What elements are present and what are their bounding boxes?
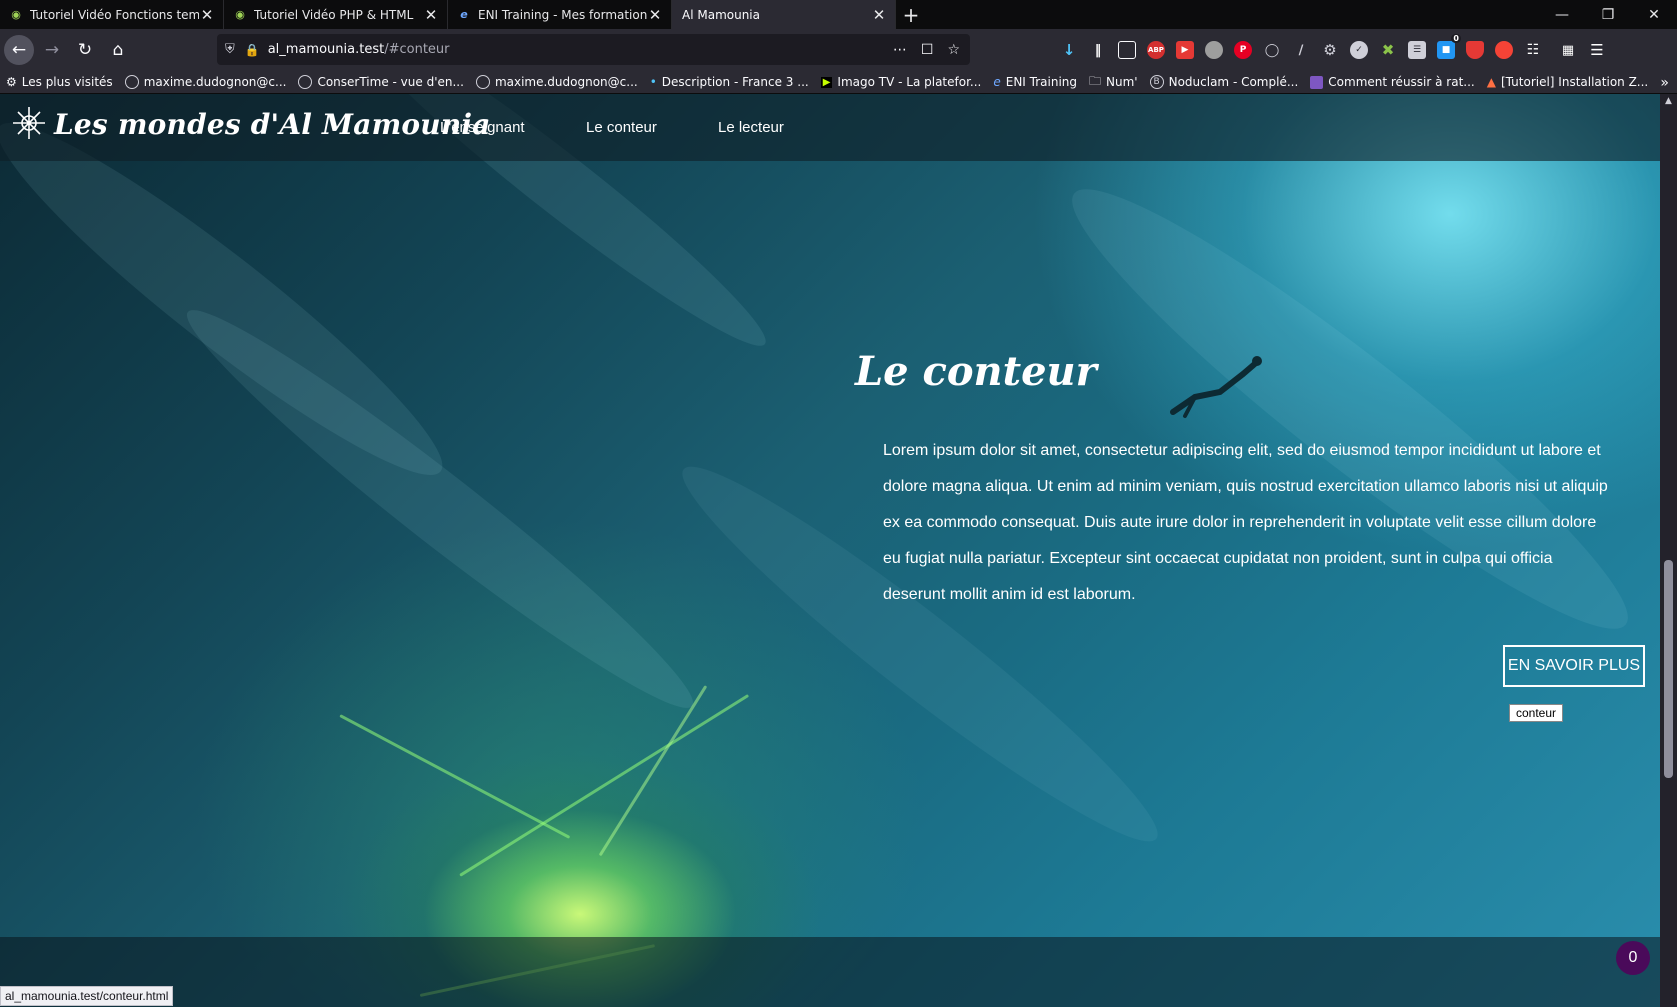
globe-icon: [475, 75, 490, 89]
pocket-icon[interactable]: ☐: [921, 42, 934, 58]
tab-tutoriel-php[interactable]: ◉ Tutoriel Vidéo PHP & HTML ✕: [224, 0, 448, 29]
counter-badge[interactable]: 0: [1616, 941, 1650, 975]
tracking-shield-icon[interactable]: ⛨: [225, 42, 235, 57]
page-scrollbar[interactable]: ▲: [1660, 94, 1677, 1007]
red-drop-icon[interactable]: [1495, 41, 1513, 59]
flame-icon: ▲: [1486, 75, 1496, 89]
eyedropper-icon[interactable]: ∕: [1292, 41, 1310, 59]
tab-title: Al Mamounia: [682, 7, 760, 22]
notification-icon[interactable]: ■ 0: [1437, 34, 1461, 59]
bookmark-item[interactable]: ConserTime - vue d'en...: [292, 71, 469, 93]
tab-al-mamounia[interactable]: Al Mamounia ✕: [672, 0, 896, 29]
notification-count: 0: [1451, 34, 1461, 43]
library-icon[interactable]: ‖: [1089, 41, 1107, 59]
bookmark-item[interactable]: Comment réussir à rat...: [1304, 71, 1480, 93]
downloads-icon[interactable]: ↓: [1060, 41, 1078, 59]
account-icon[interactable]: [1205, 41, 1223, 59]
site-title[interactable]: Les mondes d'Al Mamounia: [54, 108, 491, 141]
adblock-icon[interactable]: ABP: [1147, 41, 1165, 59]
menu-link-lecteur[interactable]: Le lecteur: [718, 119, 784, 136]
scroll-up-arrow-icon[interactable]: ▲: [1660, 96, 1677, 106]
bulb-icon[interactable]: ◯: [1263, 41, 1281, 59]
minimize-button[interactable]: —: [1539, 0, 1585, 29]
tab-eni-training[interactable]: e ENI Training - Mes formations ✕: [448, 0, 672, 29]
tab-bar: ◉ Tutoriel Vidéo Fonctions temporelles ✕…: [0, 0, 1677, 29]
folder-icon: 🗀: [1089, 73, 1102, 88]
menu-icon[interactable]: ☰: [1588, 41, 1606, 59]
home-button[interactable]: ⌂: [103, 35, 133, 65]
forward-button[interactable]: →: [37, 35, 67, 65]
gear-icon[interactable]: ⚙: [1321, 41, 1339, 59]
site-icon: [1310, 75, 1324, 89]
dots-icon: •: [649, 75, 657, 89]
video-icon[interactable]: ▶: [1176, 41, 1194, 59]
check-icon[interactable]: ✓: [1350, 41, 1368, 59]
globe-icon: [124, 75, 139, 89]
menu-link-enseignant[interactable]: L'enseignant: [440, 119, 525, 136]
close-window-button[interactable]: ✕: [1631, 0, 1677, 29]
status-bar-url: al_mamounia.test/conteur.html: [0, 986, 174, 1006]
restore-button[interactable]: ❐: [1585, 0, 1631, 29]
grid-icon[interactable]: ☷: [1524, 41, 1542, 59]
learn-more-button[interactable]: EN SAVOIR PLUS: [1503, 645, 1645, 687]
bookmark-item[interactable]: maxime.dudognon@c...: [119, 71, 293, 93]
pinterest-icon[interactable]: P: [1234, 41, 1252, 59]
new-tab-button[interactable]: +: [896, 0, 926, 29]
tab-favicon-icon: ◉: [235, 8, 245, 21]
tab-title: Tutoriel Vidéo Fonctions temporelles: [30, 7, 199, 22]
cross-tool-icon[interactable]: ✖: [1379, 41, 1397, 59]
bookmark-item[interactable]: ▶ Imago TV - La platefor...: [815, 71, 988, 93]
notes-icon[interactable]: ☰: [1408, 41, 1426, 59]
close-icon[interactable]: ✕: [647, 6, 663, 24]
bookmark-star-icon[interactable]: ☆: [947, 42, 960, 58]
bookmark-item[interactable]: B Noduclam - Complé...: [1144, 71, 1305, 93]
extensions-toolbar: ↓ ‖ ABP ▶ P ◯ ∕ ⚙ ✓ ✖ ☰ ■ 0 ☷ ▦ ☰: [1060, 29, 1606, 71]
compass-rose-icon[interactable]: [12, 106, 46, 140]
site-header: Les mondes d'Al Mamounia L'enseignant Le…: [0, 94, 1660, 161]
page-viewport: Les mondes d'Al Mamounia L'enseignant Le…: [0, 94, 1660, 1007]
sidebar-icon[interactable]: [1118, 41, 1136, 59]
globe-icon: [298, 75, 313, 89]
close-icon[interactable]: ✕: [423, 6, 439, 24]
bookmark-item[interactable]: ▲ [Tutoriel] Installation Z...: [1481, 71, 1655, 93]
back-button[interactable]: ←: [4, 35, 34, 65]
bookmark-item[interactable]: e ENI Training: [987, 71, 1083, 93]
background-streak: [166, 284, 714, 734]
diver-illustration: [1170, 356, 1262, 418]
tab-title: Tutoriel Vidéo PHP & HTML: [254, 7, 414, 22]
glow-tendril: [598, 685, 708, 857]
insecure-lock-icon[interactable]: 🔒: [245, 43, 260, 57]
address-bar[interactable]: ⛨ 🔒 al_mamounia.test/#conteur ⋯ ☐ ☆: [217, 34, 970, 65]
link-tooltip: conteur: [1509, 704, 1564, 722]
gear-icon: ⚙: [6, 75, 17, 89]
bookmarks-bar: ⚙ Les plus visités maxime.dudognon@c... C…: [0, 71, 1677, 94]
glow-tendril: [339, 714, 571, 839]
b-icon: B: [1149, 75, 1164, 89]
bookmark-item[interactable]: maxime.dudognon@c...: [470, 71, 644, 93]
reload-button[interactable]: ↻: [70, 35, 100, 65]
tab-favicon-icon: e: [460, 8, 468, 21]
url-text[interactable]: al_mamounia.test/#conteur: [268, 42, 450, 57]
shield-red-icon[interactable]: [1466, 41, 1484, 59]
close-icon[interactable]: ✕: [871, 6, 887, 24]
extensions-puzzle-icon[interactable]: ▦: [1559, 41, 1577, 59]
page-actions-icon[interactable]: ⋯: [893, 42, 907, 58]
navigation-toolbar: ← → ↻ ⌂ ⛨ 🔒 al_mamounia.test/#conteur ⋯ …: [0, 29, 1677, 71]
footer-band: [0, 937, 1660, 1007]
eni-icon: e: [993, 75, 1001, 89]
scrollbar-thumb[interactable]: [1664, 560, 1673, 778]
section-title: Le conteur: [855, 348, 1097, 395]
bookmark-most-visited[interactable]: ⚙ Les plus visités: [0, 71, 119, 93]
tab-title: ENI Training - Mes formations: [478, 7, 647, 22]
tab-tutoriel-fonctions[interactable]: ◉ Tutoriel Vidéo Fonctions temporelles ✕: [0, 0, 224, 29]
chevron-more-icon[interactable]: »: [1660, 71, 1669, 93]
bookmark-item[interactable]: • Description - France 3 ...: [644, 71, 815, 93]
close-icon[interactable]: ✕: [199, 6, 215, 24]
menu-link-conteur[interactable]: Le conteur: [586, 119, 657, 136]
section-paragraph: Lorem ipsum dolor sit amet, consectetur …: [883, 442, 1608, 603]
bookmark-folder[interactable]: 🗀 Num': [1083, 71, 1144, 93]
play-icon: ▶: [820, 76, 833, 88]
tab-favicon-icon: ◉: [11, 8, 21, 21]
